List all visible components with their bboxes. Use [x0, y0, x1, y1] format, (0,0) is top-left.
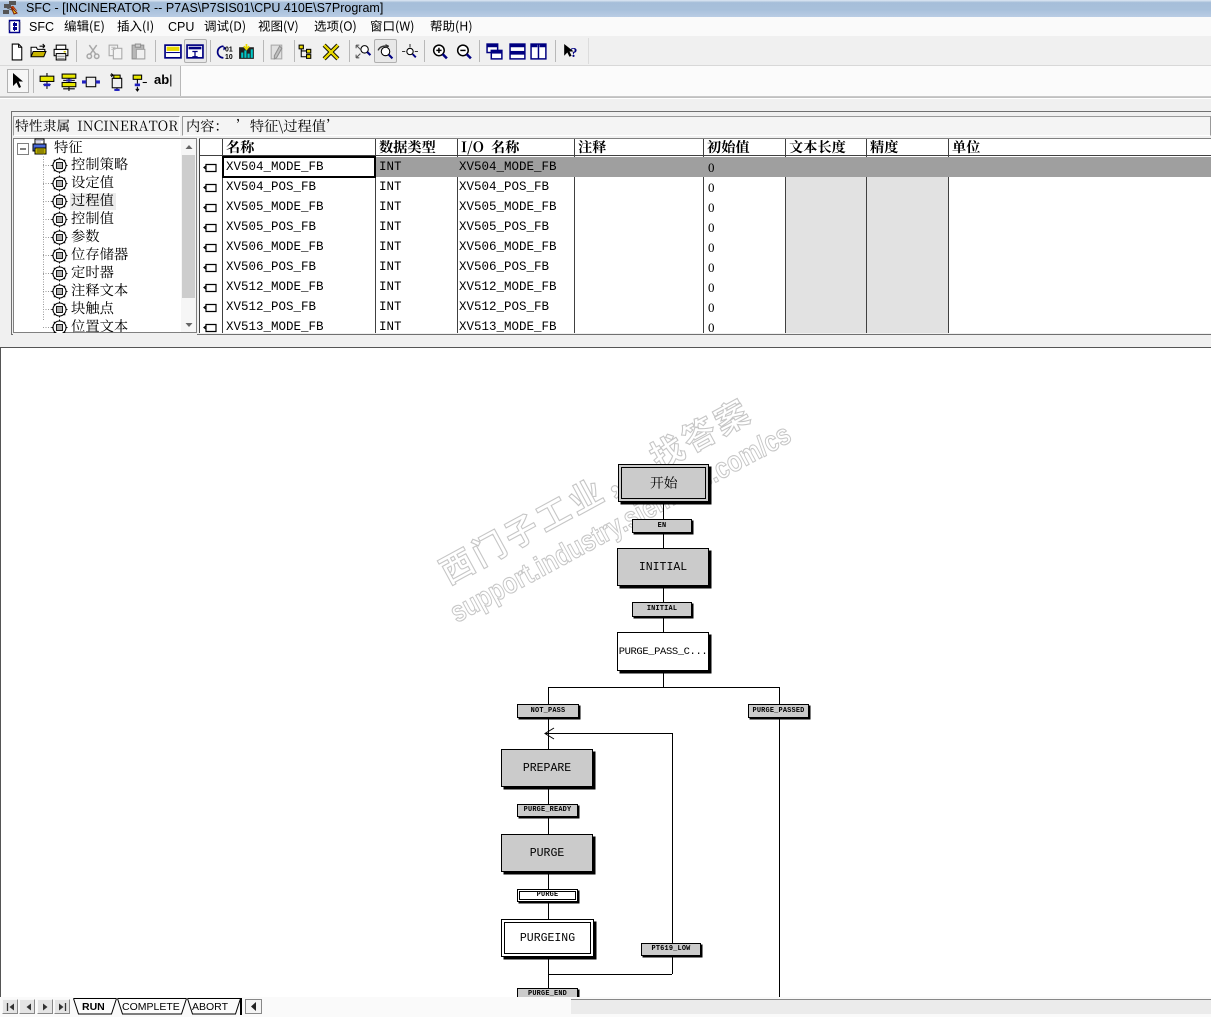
svg-text:?: ?: [571, 45, 578, 60]
svg-text:10: 10: [225, 54, 233, 61]
svg-text:01: 01: [225, 46, 233, 53]
